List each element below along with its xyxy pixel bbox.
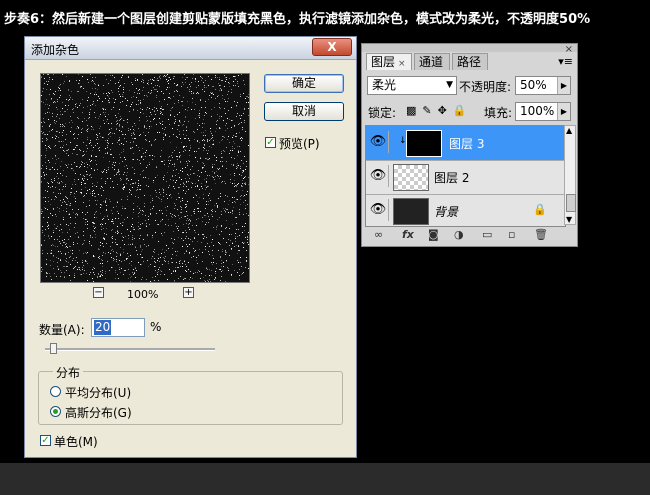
layers-scrollbar[interactable]: ▲ ▼ (564, 125, 576, 225)
scroll-down-icon[interactable]: ▼ (566, 215, 572, 224)
opacity-label: 不透明度: (459, 80, 512, 94)
panel-menu-icon[interactable]: ▾≡ (558, 55, 573, 68)
amount-unit: % (150, 320, 162, 334)
layer-row[interactable]: 👁 背景 🔒 (366, 194, 565, 226)
panel-close-icon[interactable]: × (565, 44, 573, 55)
uniform-radio[interactable] (50, 386, 61, 397)
amount-input[interactable]: 20 (91, 318, 145, 337)
trash-icon[interactable]: 🗑 (534, 228, 548, 241)
noise-preview[interactable] (40, 73, 250, 283)
layer-thumbnail (393, 198, 429, 225)
layer-row[interactable]: 👁 ↓ 图层 3 (366, 126, 565, 161)
new-group-icon[interactable]: ▭ (482, 228, 492, 241)
layers-footer: ∞ fx ◙ ◑ ▭ ▫ 🗑 (362, 227, 577, 245)
blend-mode-value: 柔光 (372, 78, 397, 92)
lock-options[interactable]: ▩✎✥🔒 (406, 104, 473, 117)
lock-transparency-icon[interactable]: ▩ (406, 104, 422, 117)
noise-preview-image (41, 74, 249, 282)
lock-position-icon[interactable]: ✥ (438, 104, 453, 117)
preview-label: 预览(P) (279, 137, 320, 151)
layers-list: 👁 ↓ 图层 3 👁 图层 2 👁 背景 🔒 (365, 125, 566, 227)
scroll-thumb[interactable] (566, 194, 576, 212)
lock-icon: 🔒 (533, 203, 547, 216)
dialog-title: 添加杂色 (31, 43, 80, 57)
lock-label: 锁定: (368, 106, 397, 120)
eye-icon[interactable]: 👁 (368, 199, 389, 221)
zoom-in-button[interactable]: + (183, 287, 194, 298)
zoom-level: 100% (127, 288, 159, 301)
opacity-value: 50% (520, 78, 547, 92)
tab-layers[interactable]: 图层 × (366, 53, 412, 70)
tab-label: 通道 (419, 55, 444, 69)
layer-row[interactable]: 👁 图层 2 (366, 160, 565, 195)
monochrome-label: 单色(M) (54, 435, 98, 449)
amount-value: 20 (94, 320, 112, 335)
fill-label: 填充: (484, 106, 513, 120)
layers-panel: × 图层 × 通道 路径 ▾≡ 柔光 ▼ 不透明度: 50% ▶ 锁定: ▩✎✥🔒… (361, 43, 578, 247)
canvas-bottom-bar (0, 463, 650, 495)
opacity-input[interactable]: 50% ▶ (515, 76, 571, 95)
fx-icon[interactable]: fx (402, 228, 414, 241)
tab-close-icon[interactable]: × (398, 59, 406, 69)
blend-mode-select[interactable]: 柔光 ▼ (367, 76, 457, 95)
layer-name: 图层 2 (434, 171, 470, 185)
gaussian-radio[interactable] (50, 406, 61, 417)
chevron-right-icon[interactable]: ▶ (557, 77, 570, 94)
lock-all-icon[interactable]: 🔒 (453, 104, 473, 117)
monochrome-checkbox[interactable]: ✓ (40, 435, 51, 446)
tab-label: 路径 (457, 55, 482, 69)
ok-button[interactable]: 确定 (264, 74, 344, 93)
new-layer-icon[interactable]: ▫ (508, 228, 515, 241)
layer-name: 背景 (434, 205, 459, 219)
panel-grip[interactable] (362, 44, 577, 52)
fill-value: 100% (520, 104, 555, 118)
eye-icon[interactable]: 👁 (368, 165, 389, 187)
add-noise-dialog: 添加杂色 X − 100% + 确定 取消 ✓ 预览(P) 数量(A): 20 … (24, 36, 357, 458)
amount-slider-track[interactable] (45, 348, 215, 351)
lock-pixels-icon[interactable]: ✎ (422, 104, 437, 117)
uniform-label: 平均分布(U) (65, 386, 132, 400)
fill-input[interactable]: 100% ▶ (515, 102, 571, 121)
distribution-title: 分布 (53, 364, 84, 381)
eye-icon[interactable]: 👁 (368, 131, 389, 153)
adjustment-layer-icon[interactable]: ◑ (454, 228, 464, 241)
zoom-out-button[interactable]: − (93, 287, 104, 298)
amount-slider-thumb[interactable] (50, 343, 57, 354)
gaussian-label: 高斯分布(G) (65, 406, 132, 420)
dialog-titlebar[interactable]: 添加杂色 X (25, 37, 356, 60)
preview-checkbox[interactable]: ✓ (265, 137, 276, 148)
layer-name: 图层 3 (449, 137, 485, 151)
step-caption: 步奏6：然后新建一个图层创建剪贴蒙版填充黑色，执行滤镜添加杂色，模式改为柔光，不… (4, 12, 591, 27)
layer-thumbnail (393, 164, 429, 191)
amount-label: 数量(A): (39, 323, 85, 337)
scroll-up-icon[interactable]: ▲ (566, 126, 572, 135)
tab-label: 图层 (371, 55, 396, 69)
chevron-down-icon: ▼ (446, 80, 453, 90)
link-layers-icon[interactable]: ∞ (374, 228, 383, 241)
cancel-button[interactable]: 取消 (264, 102, 344, 121)
layer-thumbnail (406, 130, 442, 157)
add-mask-icon[interactable]: ◙ (428, 228, 439, 241)
tab-channels[interactable]: 通道 (414, 53, 450, 70)
tab-paths[interactable]: 路径 (452, 53, 488, 70)
close-button[interactable]: X (312, 38, 352, 56)
chevron-right-icon[interactable]: ▶ (557, 103, 570, 120)
